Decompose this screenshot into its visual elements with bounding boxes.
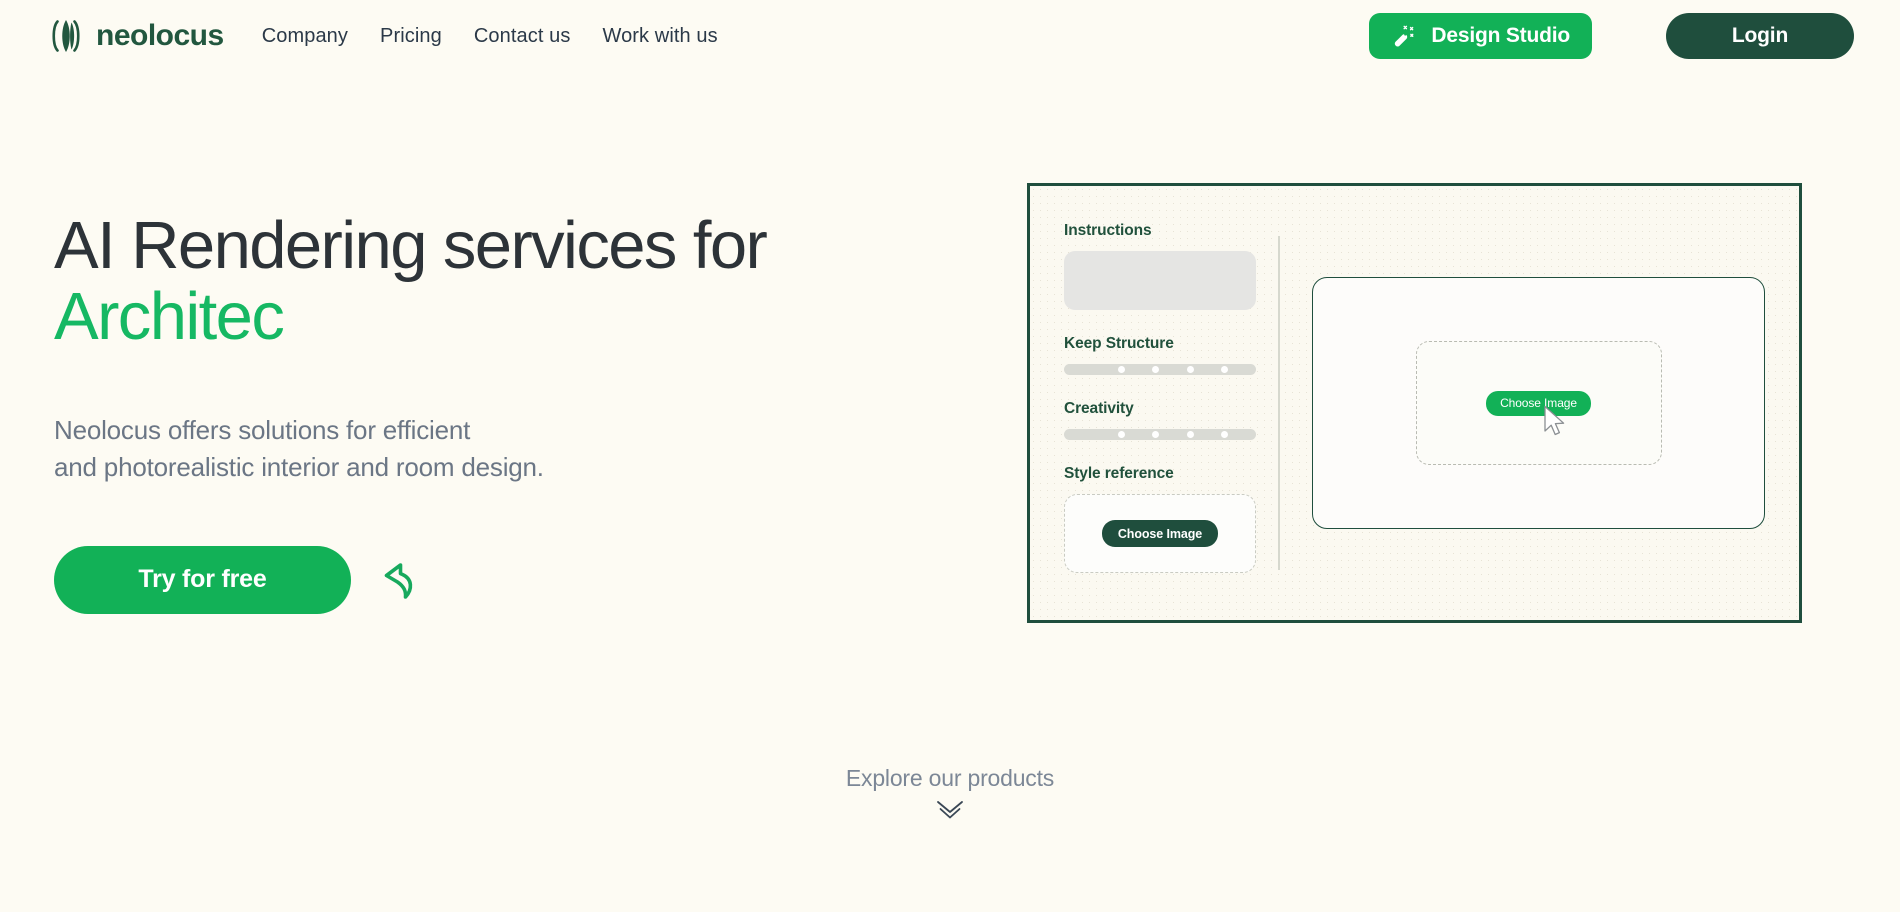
mockup-main-area: Choose Image bbox=[1312, 222, 1765, 584]
hero-title-typing-word: Architec bbox=[54, 279, 285, 355]
hero-subtitle: Neolocus offers solutions for efficient … bbox=[54, 412, 954, 486]
try-for-free-label: Try for free bbox=[138, 565, 267, 594]
nav-link-pricing[interactable]: Pricing bbox=[380, 25, 442, 48]
canvas-choose-image-button[interactable]: Choose Image bbox=[1486, 390, 1591, 416]
magic-wand-icon bbox=[1391, 23, 1417, 49]
keep-structure-slider[interactable] bbox=[1064, 364, 1256, 375]
mockup-style-reference-field: Style reference Choose Image bbox=[1064, 465, 1256, 573]
nav-link-contact-us[interactable]: Contact us bbox=[474, 25, 571, 48]
app-mockup-preview: Instructions Keep Structure Creativity S… bbox=[1027, 183, 1802, 623]
nav-link-company[interactable]: Company bbox=[262, 25, 348, 48]
instructions-input[interactable] bbox=[1064, 251, 1256, 310]
style-reference-choose-image-label: Choose Image bbox=[1117, 526, 1203, 541]
canvas-choose-image-label: Choose Image bbox=[1500, 396, 1577, 410]
double-chevron-down-icon[interactable] bbox=[933, 798, 967, 824]
style-reference-choose-image-button[interactable]: Choose Image bbox=[1101, 520, 1219, 547]
hero-section: AI Rendering services for Architec Neolo… bbox=[54, 210, 954, 614]
style-reference-label: Style reference bbox=[1064, 465, 1174, 482]
login-label: Login bbox=[1731, 24, 1789, 47]
brand-name: neolocus bbox=[96, 19, 224, 52]
mockup-instructions-field: Instructions bbox=[1064, 222, 1256, 310]
try-for-free-button[interactable]: Try for free bbox=[54, 545, 351, 614]
canvas-image-dropzone[interactable]: Choose Image bbox=[1415, 341, 1662, 465]
site-header: neolocus Company Pricing Contact us Work… bbox=[0, 0, 1900, 72]
main-nav: Company Pricing Contact us Work with us bbox=[262, 25, 718, 48]
slider-knob[interactable] bbox=[1117, 431, 1125, 438]
hero-title-line-1: AI Rendering services for bbox=[54, 208, 768, 283]
brand-logo-link[interactable]: neolocus bbox=[46, 16, 224, 56]
hero-cta-row: Try for free bbox=[54, 545, 954, 614]
page-title: AI Rendering services for Architec bbox=[54, 210, 954, 352]
style-reference-dropzone[interactable]: Choose Image bbox=[1064, 494, 1256, 573]
slider-knob[interactable] bbox=[1186, 431, 1194, 438]
header-actions: Design Studio Login bbox=[1369, 13, 1854, 59]
login-button[interactable]: Login bbox=[1666, 13, 1854, 59]
mockup-creativity-field: Creativity bbox=[1064, 400, 1256, 440]
explore-products-section: Explore our products bbox=[0, 765, 1900, 824]
design-studio-label: Design Studio bbox=[1431, 24, 1570, 47]
creativity-label: Creativity bbox=[1064, 400, 1134, 417]
slider-knob[interactable] bbox=[1152, 366, 1160, 373]
creativity-slider[interactable] bbox=[1064, 429, 1256, 440]
design-studio-button[interactable]: Design Studio bbox=[1369, 13, 1592, 59]
slider-knob[interactable] bbox=[1221, 431, 1229, 438]
hero-subtitle-line-1: Neolocus offers solutions for efficient bbox=[54, 415, 471, 446]
explore-products-label: Explore our products bbox=[845, 765, 1055, 791]
mockup-keep-structure-field: Keep Structure bbox=[1064, 335, 1256, 375]
slider-knob[interactable] bbox=[1152, 431, 1160, 438]
keep-structure-label: Keep Structure bbox=[1064, 335, 1174, 352]
hero-subtitle-line-2: and photorealistic interior and room des… bbox=[54, 451, 544, 482]
mockup-vertical-divider bbox=[1278, 236, 1280, 570]
instructions-label: Instructions bbox=[1064, 222, 1152, 239]
slider-knob[interactable] bbox=[1117, 366, 1125, 373]
nav-link-work-with-us[interactable]: Work with us bbox=[602, 25, 717, 48]
mockup-canvas: Choose Image bbox=[1312, 277, 1765, 529]
slider-knob[interactable] bbox=[1221, 366, 1229, 373]
slider-knob[interactable] bbox=[1186, 366, 1194, 373]
mockup-sidebar: Instructions Keep Structure Creativity S… bbox=[1064, 222, 1266, 584]
curved-back-arrow-icon bbox=[377, 556, 425, 604]
leaf-circle-logo-icon bbox=[46, 16, 86, 56]
